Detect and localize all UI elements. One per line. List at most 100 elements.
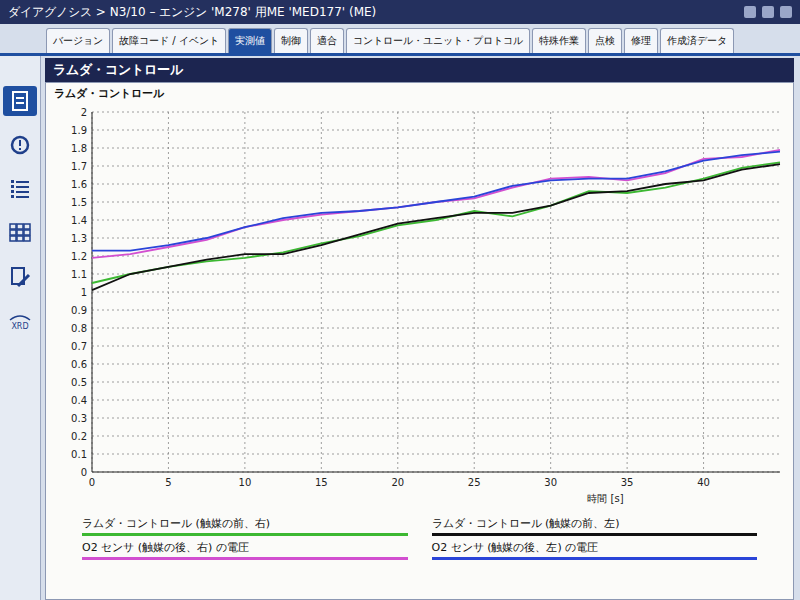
sidebar-item[interactable]: [3, 218, 37, 248]
alert-icon: [8, 134, 32, 156]
tab-bar: バージョン故障コード / イベント実測値制御適合コントロール・ユニット・プロトコ…: [0, 24, 800, 56]
y-tick: 0.2: [71, 431, 780, 442]
svg-text:0.3: 0.3: [71, 413, 87, 424]
legend-item: O2 センサ (触媒の後、右) の電圧: [82, 540, 408, 560]
y-tick: 0.9: [71, 305, 780, 316]
y-tick: 1.8: [71, 143, 780, 154]
svg-text:1.5: 1.5: [71, 197, 87, 208]
tab[interactable]: 制御: [274, 28, 308, 53]
help-icon[interactable]: [762, 6, 774, 18]
x-tick: 5: [165, 112, 171, 488]
y-tick: 0.7: [71, 341, 780, 352]
tab[interactable]: 点検: [588, 28, 622, 53]
lambda-chart: 0 0.1 0.2 0.3 0.4 0.5 0.6 0.7 0.8 0.9 1 1.1 1.2 1.3 1.…: [52, 102, 792, 512]
sidebar: XRD: [0, 56, 41, 600]
tab[interactable]: コントロール・ユニット・プロトコル: [346, 28, 530, 53]
diagnosis-screen: ダイアグノシス > N3/10 – エンジン 'M278' 用ME 'MED17…: [0, 0, 800, 600]
svg-text:0.2: 0.2: [71, 431, 87, 442]
sidebar-item[interactable]: [3, 130, 37, 160]
svg-text:0.6: 0.6: [71, 359, 87, 370]
y-tick: 0.8: [71, 323, 780, 334]
y-tick: 0.4: [71, 395, 780, 406]
series-line: [92, 164, 780, 290]
chart-panel: ラムダ・コントロール 0 0.1 0.2 0.3 0.4 0.5 0.6 0.7 0.8 0.9 1 1…: [45, 82, 794, 600]
y-tick: 0.6: [71, 359, 780, 370]
y-tick: 2: [81, 107, 780, 118]
panel-title: ラムダ・コントロール: [45, 58, 794, 82]
y-tick: 1.9: [71, 125, 780, 136]
y-tick: 0.1: [71, 449, 780, 460]
y-tick: 1: [81, 287, 780, 298]
x-tick: 10: [239, 112, 252, 488]
sidebar-item[interactable]: [3, 86, 37, 116]
svg-text:1.9: 1.9: [71, 125, 87, 136]
x-axis-label: 時間 [s]: [587, 493, 623, 504]
svg-text:0: 0: [81, 467, 87, 478]
y-tick: 1.5: [71, 197, 780, 208]
y-tick: 0.5: [71, 377, 780, 388]
breadcrumb: ダイアグノシス > N3/10 – エンジン 'M278' 用ME 'MED17…: [8, 4, 376, 21]
svg-text:20: 20: [391, 477, 404, 488]
close-icon[interactable]: [780, 6, 792, 18]
svg-text:0.5: 0.5: [71, 377, 87, 388]
x-tick: 40: [697, 112, 710, 488]
svg-text:0: 0: [89, 477, 95, 488]
legend-item: ラムダ・コントロール (触媒の前、左): [432, 516, 758, 536]
svg-text:35: 35: [621, 477, 634, 488]
xrd-icon: [8, 312, 32, 322]
svg-text:0.4: 0.4: [71, 395, 87, 406]
tab[interactable]: バージョン: [46, 28, 110, 53]
tab[interactable]: 故障コード / イベント: [112, 28, 226, 53]
series-line: [92, 162, 780, 283]
svg-text:1.2: 1.2: [71, 251, 87, 262]
grid-icon: [8, 222, 32, 244]
svg-text:1: 1: [81, 287, 87, 298]
svg-text:1.6: 1.6: [71, 179, 87, 190]
series-line: [92, 150, 780, 258]
tab[interactable]: 修理: [624, 28, 658, 53]
sidebar-item[interactable]: [3, 174, 37, 204]
svg-text:1.1: 1.1: [71, 269, 87, 280]
svg-text:0.9: 0.9: [71, 305, 87, 316]
sidebar-label: XRD: [11, 322, 28, 331]
sidebar-item[interactable]: [3, 262, 37, 292]
series-line: [92, 152, 780, 251]
x-tick: 15: [315, 112, 328, 488]
svg-text:30: 30: [544, 477, 557, 488]
svg-text:0.8: 0.8: [71, 323, 87, 334]
tab[interactable]: 実測値: [228, 28, 272, 53]
y-tick: 0: [81, 467, 780, 478]
svg-text:2: 2: [81, 107, 87, 118]
tab[interactable]: 特殊作業: [532, 28, 586, 53]
list-icon: [8, 178, 32, 200]
svg-text:25: 25: [468, 477, 481, 488]
breadcrumb-bar: ダイアグノシス > N3/10 – エンジン 'M278' 用ME 'MED17…: [0, 0, 800, 24]
settings-icon[interactable]: [744, 6, 756, 18]
y-tick: 1.2: [71, 251, 780, 262]
svg-text:15: 15: [315, 477, 328, 488]
x-tick: 0: [89, 112, 95, 488]
x-tick: 30: [544, 112, 557, 488]
tab[interactable]: 適合: [310, 28, 344, 53]
svg-text:0.7: 0.7: [71, 341, 87, 352]
legend-item: ラムダ・コントロール (触媒の前、右): [82, 516, 408, 536]
tab[interactable]: 作成済データ: [660, 28, 734, 53]
sidebar-item[interactable]: XRD: [3, 306, 37, 336]
y-tick: 1.1: [71, 269, 780, 280]
x-tick: 35: [621, 112, 634, 488]
svg-text:40: 40: [697, 477, 710, 488]
chart-legend: ラムダ・コントロール (触媒の前、右) ラムダ・コントロール (触媒の前、左) O2…: [52, 512, 787, 566]
svg-text:1.4: 1.4: [71, 215, 87, 226]
svg-text:1.3: 1.3: [71, 233, 87, 244]
y-tick: 0.3: [71, 413, 780, 424]
chart-title: ラムダ・コントロール: [52, 85, 787, 102]
y-tick: 1.3: [71, 233, 780, 244]
document-icon: [8, 90, 32, 112]
legend-item: O2 センサ (触媒の後、左) の電圧: [432, 540, 758, 560]
tool-icon: [8, 266, 32, 288]
svg-text:0.1: 0.1: [71, 449, 87, 460]
x-tick: 20: [391, 112, 404, 488]
svg-text:5: 5: [165, 477, 171, 488]
svg-text:10: 10: [239, 477, 252, 488]
svg-text:1.7: 1.7: [71, 161, 87, 172]
